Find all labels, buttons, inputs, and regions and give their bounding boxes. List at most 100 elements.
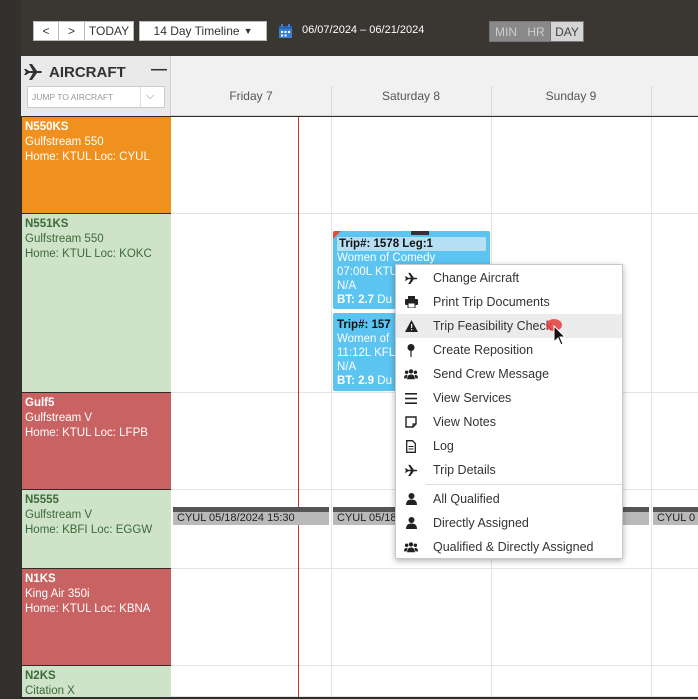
menu-item-label: Print Trip Documents xyxy=(433,295,550,309)
menu-item-trip-feasibility-check[interactable]: Trip Feasibility Check xyxy=(396,314,622,338)
menu-item-label: Directly Assigned xyxy=(433,516,529,530)
menu-item-view-notes[interactable]: View Notes xyxy=(396,410,622,434)
trip-block-time: BT: 2.9 xyxy=(337,375,375,387)
users-icon xyxy=(404,367,418,381)
menu-item-qualified-directly-assigned[interactable]: Qualified & Directly Assigned xyxy=(396,535,622,559)
trip-title: Trip#: 1578 Leg:1 xyxy=(337,237,486,251)
aircraft-row-n2ks[interactable]: N2KS Citation X xyxy=(22,666,171,697)
aircraft-registration: Gulf5 xyxy=(25,397,55,409)
menu-item-create-reposition[interactable]: Create Reposition xyxy=(396,338,622,362)
aircraft-registration: N550KS xyxy=(25,121,69,133)
collapse-button[interactable]: — xyxy=(151,61,167,79)
menu-item-print-trip-documents[interactable]: Print Trip Documents xyxy=(396,290,622,314)
maintenance-block[interactable]: CYUL 05/18/2024 15:30 xyxy=(173,507,329,525)
aircraft-registration: N551KS xyxy=(25,218,69,230)
user-icon xyxy=(404,516,418,530)
aircraft-type: Gulfstream 550 xyxy=(25,136,104,148)
users-icon xyxy=(404,540,418,554)
note-icon xyxy=(404,415,418,429)
left-edge-strip xyxy=(0,0,21,697)
aircraft-panel-title: AIRCRAFT xyxy=(49,64,126,81)
menu-item-label: Send Crew Message xyxy=(433,367,550,381)
menu-item-label: Qualified & Directly Assigned xyxy=(433,540,594,554)
aircraft-registration: N1KS xyxy=(25,573,56,585)
plane-icon xyxy=(23,63,43,81)
aircraft-type: King Air 350i xyxy=(25,588,90,600)
timeline-row[interactable] xyxy=(171,666,698,697)
maintenance-block[interactable]: CYUL 0 xyxy=(653,507,698,525)
menu-item-label: Create Reposition xyxy=(433,343,534,357)
warning-icon xyxy=(404,319,418,333)
aircraft-row-n5555[interactable]: N5555 Gulfstream V Home: KBFI Loc: EGGW xyxy=(22,490,171,568)
aircraft-location: Home: KTUL Loc: KBNA xyxy=(25,603,151,615)
aircraft-location: Home: KTUL Loc: CYUL xyxy=(25,151,150,163)
toolbar: < > TODAY 14 Day Timeline ▼ 06/07/2024 –… xyxy=(21,0,698,56)
aircraft-registration: N2KS xyxy=(25,670,56,682)
menu-item-directly-assigned[interactable]: Directly Assigned xyxy=(396,511,622,535)
caret-down-icon: ▼ xyxy=(243,26,253,36)
day-separator xyxy=(331,86,332,116)
menu-item-label: Trip Feasibility Check xyxy=(433,319,553,333)
menu-item-all-qualified[interactable]: All Qualified xyxy=(396,487,622,511)
timeline-row[interactable] xyxy=(171,569,698,666)
timeline-row[interactable] xyxy=(171,117,698,214)
aircraft-row-n1ks[interactable]: N1KS King Air 350i Home: KTUL Loc: KBNA xyxy=(22,569,171,665)
aircraft-row-n551ks[interactable]: N551KS Gulfstream 550 Home: KTUL Loc: KO… xyxy=(22,214,171,392)
menu-item-send-crew-message[interactable]: Send Crew Message xyxy=(396,362,622,386)
printer-icon xyxy=(404,295,418,309)
zoom-hr-button[interactable]: HR xyxy=(522,21,551,42)
aircraft-registration: N5555 xyxy=(25,494,59,506)
aircraft-location: Home: KTUL Loc: LFPB xyxy=(25,427,148,439)
plane-icon xyxy=(404,463,418,477)
menu-separator xyxy=(426,484,622,485)
aircraft-row-gulf5[interactable]: Gulf5 Gulfstream V Home: KTUL Loc: LFPB xyxy=(22,393,171,489)
menu-item-label: Log xyxy=(433,439,454,453)
menu-item-trip-details[interactable]: Trip Details xyxy=(396,458,622,482)
chevron-down-icon: ⌵ xyxy=(146,90,155,102)
day-separator xyxy=(651,86,652,116)
aircraft-type: Gulfstream V xyxy=(25,509,93,521)
trip-line: Women of Comedy xyxy=(337,252,436,264)
view-select[interactable]: 14 Day Timeline ▼ xyxy=(139,21,267,41)
jump-to-aircraft-select[interactable]: JUMP TO AIRCRAFT ⌵ xyxy=(27,86,165,108)
aircraft-type: Gulfstream V xyxy=(25,412,93,424)
user-icon xyxy=(404,492,418,506)
zoom-day-button[interactable]: DAY xyxy=(551,21,584,42)
jump-to-aircraft-placeholder: JUMP TO AIRCRAFT xyxy=(32,92,114,102)
date-range[interactable]: 06/07/2024 – 06/21/2024 xyxy=(302,24,424,36)
prev-button[interactable]: < xyxy=(33,21,59,41)
zoom-min-button[interactable]: MIN xyxy=(489,21,523,42)
aircraft-location: Home: KBFI Loc: EGGW xyxy=(25,524,153,536)
day-gridline xyxy=(331,117,332,697)
plane-icon xyxy=(404,271,418,285)
timeline-header: Friday 7 Saturday 8 Sunday 9 xyxy=(171,56,698,116)
menu-item-change-aircraft[interactable]: Change Aircraft xyxy=(396,266,622,290)
day-gridline xyxy=(651,117,652,697)
menu-item-label: Trip Details xyxy=(433,463,496,477)
menu-item-log[interactable]: Log xyxy=(396,434,622,458)
trip-handle[interactable] xyxy=(411,231,429,235)
menu-item-label: View Notes xyxy=(433,415,496,429)
trip-line: Du xyxy=(377,294,392,306)
next-button[interactable]: > xyxy=(59,21,85,41)
menu-item-view-services[interactable]: View Services xyxy=(396,386,622,410)
aircraft-row-n550ks[interactable]: N550KS Gulfstream 550 Home: KTUL Loc: CY… xyxy=(22,117,171,213)
calendar-icon[interactable] xyxy=(279,24,292,38)
day-header-saturday: Saturday 8 xyxy=(381,89,441,103)
trip-block-time: BT: 2.7 xyxy=(337,294,375,306)
day-separator xyxy=(491,86,492,116)
day-header-friday: Friday 7 xyxy=(229,89,273,103)
view-select-label: 14 Day Timeline xyxy=(153,24,240,38)
aircraft-panel-header: AIRCRAFT — JUMP TO AIRCRAFT ⌵ xyxy=(21,56,171,116)
menu-item-label: All Qualified xyxy=(433,492,500,506)
context-menu: Change Aircraft Print Trip Documents Tri… xyxy=(395,264,623,559)
list-icon xyxy=(404,391,418,405)
aircraft-type: Gulfstream 550 xyxy=(25,233,104,245)
menu-item-label: Change Aircraft xyxy=(433,271,520,285)
mouse-cursor-icon xyxy=(553,324,567,347)
trip-line: Du xyxy=(377,375,392,387)
today-button[interactable]: TODAY xyxy=(85,21,134,41)
select-divider xyxy=(140,87,141,107)
menu-item-label: View Services xyxy=(433,391,512,405)
day-header-sunday: Sunday 9 xyxy=(545,89,597,103)
